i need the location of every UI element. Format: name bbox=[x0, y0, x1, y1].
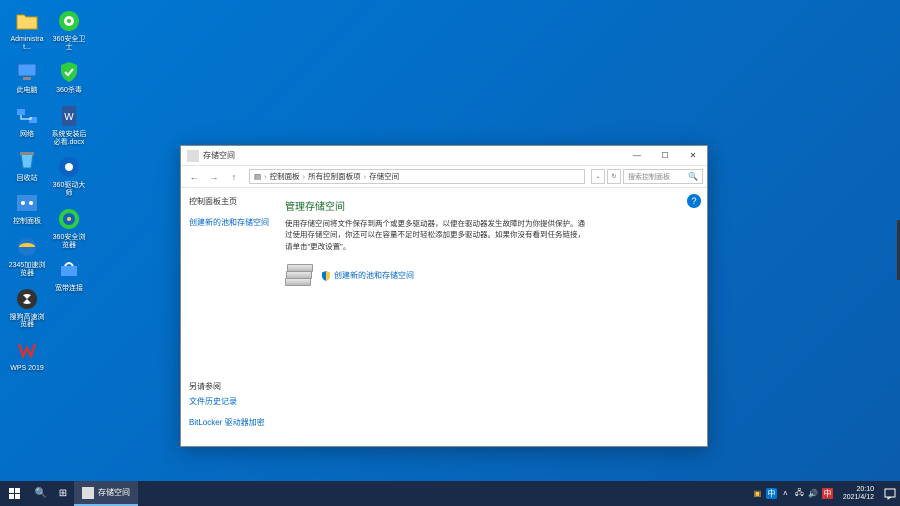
desktop-icon-label: 网络 bbox=[20, 131, 34, 139]
360-safe-icon-glyph bbox=[56, 8, 82, 34]
window-title: 存储空间 bbox=[203, 150, 623, 161]
desktop-icon-label: 系统安装后必看.docx bbox=[50, 131, 88, 146]
broadband-icon[interactable]: 宽带连接 bbox=[50, 257, 88, 293]
desktop-icon-label: 2345加速浏览器 bbox=[8, 262, 46, 277]
broadband-icon-glyph bbox=[56, 257, 82, 283]
clock-time: 20:10 bbox=[856, 486, 874, 494]
sidebar-link-bitlocker[interactable]: BitLocker 驱动器加密 bbox=[189, 417, 271, 428]
2345-browser-icon[interactable]: 2345加速浏览器 bbox=[8, 234, 46, 277]
wps-icon-glyph bbox=[14, 337, 40, 363]
desktop-icon-label: 360安全卫士 bbox=[50, 36, 88, 51]
desktop-icon-label: 回收站 bbox=[17, 175, 38, 183]
sogou-browser-icon[interactable]: 搜狗高速浏览器 bbox=[8, 286, 46, 329]
network-icon[interactable]: 网络 bbox=[8, 103, 46, 139]
360-browser-icon-glyph bbox=[56, 206, 82, 232]
360-antivirus-icon-glyph bbox=[56, 59, 82, 85]
task-view-button[interactable]: ⊞ bbox=[52, 481, 74, 506]
back-button[interactable]: ← bbox=[185, 169, 203, 185]
user-folder-icon[interactable]: Administrat... bbox=[8, 8, 46, 51]
docx-file-icon-glyph: W bbox=[56, 103, 82, 129]
content-description: 使用存储空间将文件保存到两个或更多驱动器，以便在驱动器发生故障时为你提供保护。通… bbox=[285, 218, 585, 252]
refresh-button[interactable]: ↻ bbox=[607, 169, 621, 184]
360-driver-icon[interactable]: 360驱动大师 bbox=[50, 154, 88, 197]
shield-icon bbox=[321, 271, 331, 281]
control-panel-icon[interactable]: 控制面板 bbox=[8, 190, 46, 226]
control-panel-icon-glyph bbox=[14, 190, 40, 216]
recycle-bin-icon[interactable]: 回收站 bbox=[8, 147, 46, 183]
desktop-icon-label: 360驱动大师 bbox=[50, 182, 88, 197]
system-tray: ▣ 中 ˄ 🖧 🔊 中 bbox=[748, 481, 837, 506]
search-box[interactable]: 搜索控制面板 🔍 bbox=[623, 169, 703, 184]
2345-browser-icon-glyph bbox=[14, 234, 40, 260]
address-icon: ▤ bbox=[254, 172, 261, 181]
sidebar-link-filehistory[interactable]: 文件历史记录 bbox=[189, 396, 271, 407]
close-button[interactable]: ✕ bbox=[679, 146, 707, 165]
docx-file-icon[interactable]: W 系统安装后必看.docx bbox=[50, 103, 88, 146]
minimize-button[interactable]: — bbox=[623, 146, 651, 165]
tray-ime-icon[interactable]: 中 bbox=[766, 488, 777, 499]
drive-stack-icon bbox=[285, 264, 313, 288]
help-icon[interactable]: ? bbox=[687, 194, 701, 208]
taskbar-search-button[interactable]: 🔍 bbox=[30, 481, 52, 506]
wps-icon[interactable]: WPS 2019 bbox=[8, 337, 46, 373]
desktop-icon-label: 宽带连接 bbox=[55, 285, 83, 293]
this-pc-icon[interactable]: 此电脑 bbox=[8, 59, 46, 95]
desktop-icon-label: 360安全浏览器 bbox=[50, 234, 88, 249]
search-icon: 🔍 bbox=[688, 172, 698, 181]
clock-date: 2021/4/12 bbox=[843, 494, 874, 502]
search-placeholder: 搜索控制面板 bbox=[628, 172, 670, 182]
titlebar[interactable]: 存储空间 — ☐ ✕ bbox=[181, 146, 707, 166]
this-pc-icon-glyph bbox=[14, 59, 40, 85]
tray-network-icon[interactable]: 🖧 bbox=[794, 488, 805, 499]
nav-toolbar: ← → ↑ ▤ › 控制面板 › 所有控制面板项 › 存储空间 ⌄ ↻ 搜索控制… bbox=[181, 166, 707, 188]
create-pool-label: 创建新的池和存储空间 bbox=[334, 270, 414, 281]
desktop-icon-label: Administrat... bbox=[8, 36, 46, 51]
address-dropdown[interactable]: ⌄ bbox=[591, 169, 605, 184]
user-folder-icon-glyph bbox=[14, 8, 40, 34]
desktop-icon-label: 360杀毒 bbox=[56, 87, 82, 95]
sogou-browser-icon-glyph bbox=[14, 286, 40, 312]
desktop-icon-label: WPS 2019 bbox=[10, 365, 43, 373]
tray-volume-icon[interactable]: 🔊 bbox=[808, 488, 819, 499]
taskbar-app-storage[interactable]: 存储空间 bbox=[74, 481, 138, 506]
desktop-icon-label: 控制面板 bbox=[13, 218, 41, 226]
sidebar-home[interactable]: 控制面板主页 bbox=[189, 196, 271, 207]
360-safe-icon[interactable]: 360安全卫士 bbox=[50, 8, 88, 51]
content-pane: ? 管理存储空间 使用存储空间将文件保存到两个或更多驱动器，以便在驱动器发生故障… bbox=[271, 188, 707, 446]
desktop-icon-label: 搜狗高速浏览器 bbox=[8, 314, 46, 329]
360-antivirus-icon[interactable]: 360杀毒 bbox=[50, 59, 88, 95]
sidebar-create[interactable]: 创建新的池和存储空间 bbox=[189, 217, 271, 228]
desktop-icon-label: 此电脑 bbox=[17, 87, 38, 95]
storage-spaces-window: 存储空间 — ☐ ✕ ← → ↑ ▤ › 控制面板 › 所有控制面板项 › 存储… bbox=[180, 145, 708, 447]
breadcrumb-leaf[interactable]: 存储空间 bbox=[369, 171, 399, 182]
taskbar-app-label: 存储空间 bbox=[98, 487, 130, 498]
breadcrumb-root[interactable]: 控制面板 bbox=[270, 171, 300, 182]
up-button[interactable]: ↑ bbox=[225, 169, 243, 185]
tray-chevron-icon[interactable]: ˄ bbox=[780, 488, 791, 499]
sidebar: 控制面板主页 创建新的池和存储空间 另请参阅 文件历史记录 BitLocker … bbox=[181, 188, 271, 446]
360-driver-icon-glyph bbox=[56, 154, 82, 180]
address-bar[interactable]: ▤ › 控制面板 › 所有控制面板项 › 存储空间 bbox=[249, 169, 585, 184]
tray-icon-1[interactable]: ▣ bbox=[752, 488, 763, 499]
taskbar: 🔍 ⊞ 存储空间 ▣ 中 ˄ 🖧 🔊 中 20:10 2021/4/12 bbox=[0, 481, 900, 506]
notification-button[interactable] bbox=[880, 481, 900, 506]
create-pool-link[interactable]: 创建新的池和存储空间 bbox=[321, 270, 414, 281]
360-browser-icon[interactable]: 360安全浏览器 bbox=[50, 206, 88, 249]
content-title: 管理存储空间 bbox=[285, 198, 693, 213]
tray-ime2-icon[interactable]: 中 bbox=[822, 488, 833, 499]
network-icon-glyph bbox=[14, 103, 40, 129]
see-also-heading: 另请参阅 bbox=[189, 381, 271, 392]
maximize-button[interactable]: ☐ bbox=[651, 146, 679, 165]
clock[interactable]: 20:10 2021/4/12 bbox=[837, 481, 880, 506]
svg-text:W: W bbox=[64, 112, 74, 123]
breadcrumb-mid[interactable]: 所有控制面板项 bbox=[308, 171, 361, 182]
forward-button[interactable]: → bbox=[205, 169, 223, 185]
recycle-bin-icon-glyph bbox=[14, 147, 40, 173]
start-button[interactable] bbox=[0, 481, 30, 506]
taskbar-app-icon bbox=[82, 487, 94, 499]
desktop-icons: Administrat... 此电脑网络回收站控制面板 2345加速浏览器搜狗高速浏… bbox=[8, 8, 88, 373]
window-icon bbox=[187, 150, 199, 162]
